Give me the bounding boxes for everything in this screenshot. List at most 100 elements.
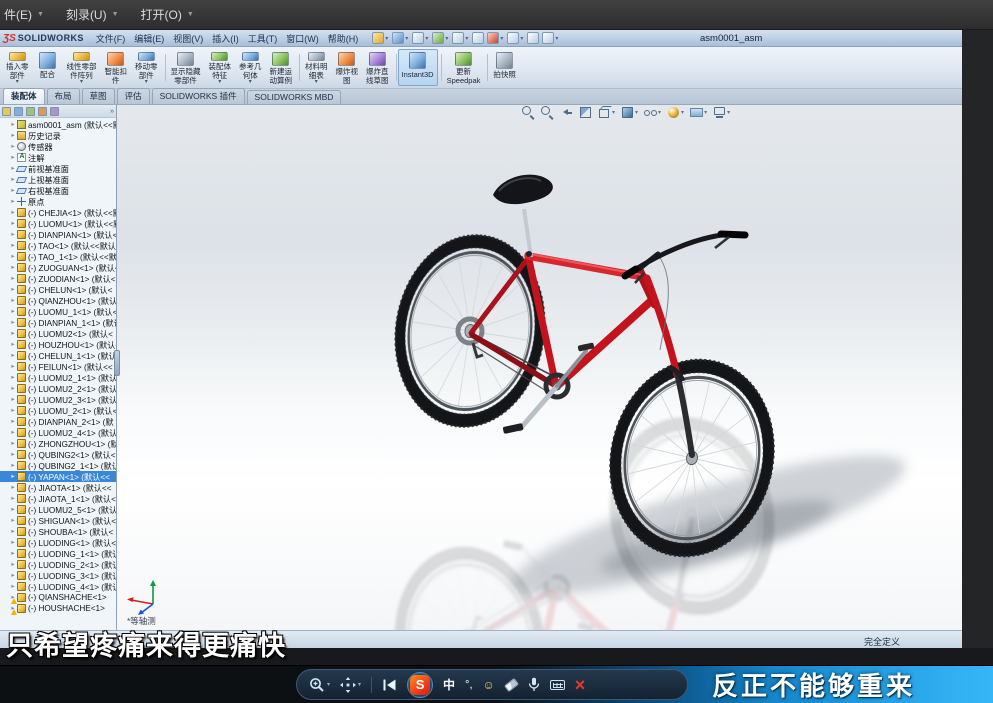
pan-tool-button[interactable]: ▾ (340, 677, 361, 693)
displaymanager-tab[interactable] (50, 107, 59, 116)
featuremanager-tree-tab[interactable] (2, 107, 11, 116)
tree-item[interactable]: (-) JIAOTA_1<1> (默认< (0, 493, 116, 504)
expand-caret-icon[interactable] (9, 583, 17, 591)
tab-evaluate[interactable]: 评估 (117, 88, 150, 104)
chevron-down-icon[interactable]: ▾ (445, 35, 448, 42)
tab-sketch[interactable]: 草图 (82, 88, 115, 104)
expand-caret-icon[interactable] (9, 440, 17, 448)
tree-item[interactable]: (-) LUOMU_1<1> (默认< (0, 306, 116, 317)
tree-item[interactable]: (-) TAO_1<1> (默认<<默 (0, 251, 116, 262)
tree-item[interactable]: (-) ZUOGUAN<1> (默认< (0, 262, 116, 273)
player-menu-file[interactable]: 件(E) ▼ (4, 6, 44, 23)
graphics-viewport[interactable]: ▾ ▾ ▾ (117, 105, 962, 630)
menubar-item[interactable]: 文件(F) (96, 32, 126, 45)
tree-item[interactable]: (-) LUOMU_2<1> (默认< (0, 405, 116, 416)
assembly-features-button[interactable]: 装配体 特征 ▾ (205, 49, 236, 86)
expand-caret-icon[interactable] (9, 220, 17, 228)
tree-item[interactable]: (-) LUODING_4<1> (默认 (0, 581, 116, 592)
explode-line-sketch-button[interactable]: 爆炸直 线草图 ▾ (362, 49, 393, 86)
expand-caret-icon[interactable] (9, 253, 17, 261)
tree-item[interactable]: (-) LUOMU2_3<1> (默认 (0, 394, 116, 405)
expand-caret-icon[interactable] (9, 462, 17, 470)
skip-to-start-button[interactable] (382, 678, 397, 692)
menubar-item[interactable]: 编辑(E) (134, 32, 164, 45)
panel-splitter-handle[interactable] (114, 350, 120, 376)
previous-view-icon[interactable]: ▾ (560, 106, 573, 119)
chevron-down-icon[interactable]: ▾ (425, 35, 428, 42)
tree-item[interactable]: (-) HOUSHACHE<1> (0, 603, 116, 614)
reference-geometry-button[interactable]: 参考几 何体 ▾ (235, 49, 266, 86)
expand-caret-icon[interactable] (9, 198, 17, 206)
close-button[interactable]: × (575, 676, 586, 694)
expand-caret-icon[interactable] (9, 264, 17, 272)
tree-item[interactable]: (-) LUOMU2_5<1> (默认 (0, 504, 116, 515)
chevron-down-icon[interactable]: ▾ (500, 35, 503, 42)
tree-item[interactable]: (-) CHELUN_1<1> (默认 (0, 350, 116, 361)
expand-caret-icon[interactable] (9, 407, 17, 415)
tree-item[interactable]: 注解 (0, 152, 116, 163)
tree-item[interactable]: 上视基准面 (0, 174, 116, 185)
tab-layout[interactable]: 布局 (47, 88, 80, 104)
menubar-item[interactable]: 帮助(H) (328, 32, 359, 45)
expand-caret-icon[interactable] (9, 561, 17, 569)
tree-item[interactable]: (-) CHEJIA<1> (默认<<默 (0, 207, 116, 218)
tree-item[interactable]: (-) LUODING_3<1> (默认 (0, 570, 116, 581)
new-document-icon[interactable] (372, 32, 384, 44)
expand-caret-icon[interactable] (9, 154, 17, 162)
view-orientation-icon[interactable]: ▾ (598, 106, 615, 119)
instant3d-button[interactable]: Instant3D ▾ (398, 49, 438, 86)
undo-icon[interactable] (452, 32, 464, 44)
expand-caret-icon[interactable] (9, 275, 17, 283)
tree-item[interactable]: (-) LUOMU2_2<1> (默认 (0, 383, 116, 394)
ime-language-toggle[interactable]: 中 (443, 676, 455, 693)
tree-item[interactable]: 传感器 (0, 141, 116, 152)
bill-of-materials-button[interactable]: 材料明 细表 ▾ (301, 49, 332, 86)
tree-item[interactable]: (-) ZUODIAN<1> (默认< (0, 273, 116, 284)
ime-punctuation-toggle[interactable]: °, (465, 679, 472, 691)
redo-icon[interactable] (472, 32, 484, 44)
expand-caret-icon[interactable] (9, 209, 17, 217)
expand-caret-icon[interactable] (9, 374, 17, 382)
expand-caret-icon[interactable] (9, 319, 17, 327)
ime-handwriting-button[interactable] (504, 677, 519, 691)
expand-caret-icon[interactable] (9, 484, 17, 492)
menubar-item[interactable]: 插入(I) (212, 32, 239, 45)
expand-caret-icon[interactable] (9, 242, 17, 250)
new-motion-study-button[interactable]: 新建运 动算例 ▾ (266, 49, 297, 86)
zoom-to-fit-icon[interactable]: ▾ (522, 106, 535, 119)
tree-item[interactable]: (-) LUOMU<1> (默认<<默 (0, 218, 116, 229)
expand-caret-icon[interactable] (9, 363, 17, 371)
sogou-ime-logo[interactable]: S (410, 675, 430, 695)
expand-caret-icon[interactable] (9, 121, 17, 129)
tree-item[interactable]: 历史记录 (0, 130, 116, 141)
expand-caret-icon[interactable] (9, 330, 17, 338)
expand-caret-icon[interactable] (9, 528, 17, 536)
file-properties-icon[interactable] (527, 32, 539, 44)
tree-item[interactable]: (-) LUOMU2_1<1> (默认 (0, 372, 116, 383)
expand-caret-icon[interactable] (9, 517, 17, 525)
player-menu-open[interactable]: 打开(O) ▼ (141, 6, 194, 23)
expand-caret-icon[interactable] (9, 473, 17, 481)
expand-caret-icon[interactable] (9, 143, 17, 151)
expand-caret-icon[interactable] (9, 539, 17, 547)
mate-button[interactable]: 配合 ▾ (33, 49, 63, 86)
expand-caret-icon[interactable] (9, 451, 17, 459)
tree-item[interactable]: 右视基准面 (0, 185, 116, 196)
tree-item[interactable]: 前视基准面 (0, 163, 116, 174)
display-style-icon[interactable]: ▾ (621, 106, 638, 119)
linear-component-pattern-button[interactable]: 线性零部 件阵列 ▾ (63, 49, 101, 86)
tree-item[interactable]: (-) YAPAN<1> (默认<< (0, 471, 116, 482)
insert-component-button[interactable]: 插入零 部件 ▾ (2, 49, 33, 86)
expand-caret-icon[interactable] (9, 341, 17, 349)
tree-item[interactable]: (-) DIANPIAN<1> (默认< (0, 229, 116, 240)
tree-item[interactable]: (-) QUBING2<1> (默认< (0, 449, 116, 460)
zoom-tool-button[interactable]: ▾ (309, 677, 330, 693)
tree-item[interactable]: (-) LUODING_2<1> (默认 (0, 559, 116, 570)
smart-fasteners-button[interactable]: 智能扣 件 ▾ (101, 49, 132, 86)
tree-item[interactable]: asm0001_asm (默认<<默 (0, 119, 116, 130)
edit-appearance-icon[interactable]: ▾ (667, 106, 684, 119)
update-speedpak-button[interactable]: 更新 Speedpak ▾ (443, 49, 485, 86)
expand-caret-icon[interactable] (9, 308, 17, 316)
chevron-down-icon[interactable]: ▾ (520, 35, 523, 42)
view-settings-icon[interactable]: ▾ (713, 106, 730, 119)
